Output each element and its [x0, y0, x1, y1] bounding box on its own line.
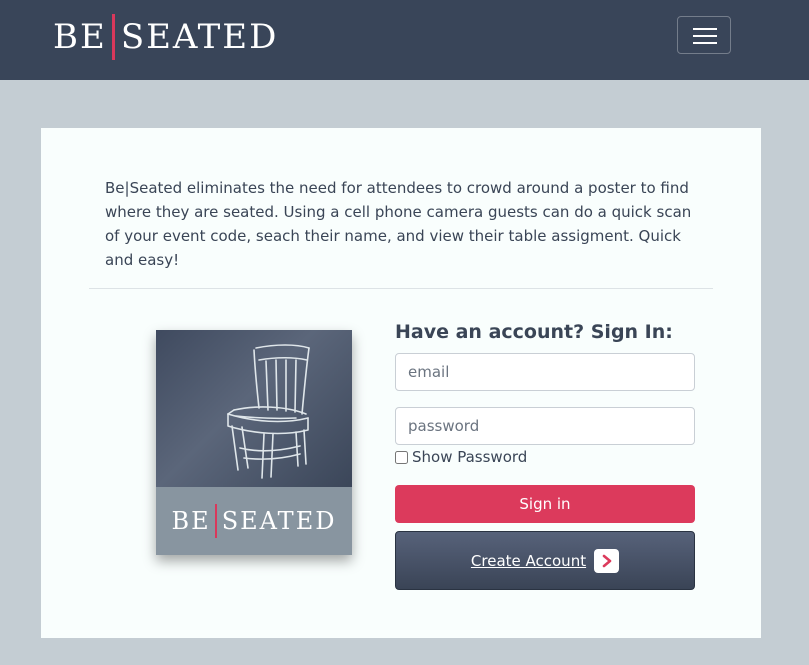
- promo-brand-right: SEATED: [221, 507, 337, 535]
- chair-icon: [227, 344, 310, 479]
- divider: [89, 288, 713, 289]
- main-card: Be|Seated eliminates the need for attend…: [41, 128, 761, 638]
- email-field[interactable]: [395, 353, 695, 391]
- show-password-label: Show Password: [412, 448, 528, 466]
- show-password-checkbox[interactable]: [395, 450, 408, 464]
- chevron-right-icon: [594, 548, 620, 573]
- brand-logo[interactable]: BE SEATED: [53, 14, 278, 60]
- create-account-label: Create Account: [470, 551, 587, 570]
- intro-text: Be|Seated eliminates the need for attend…: [105, 179, 692, 269]
- promo-image: BE SEATED: [156, 330, 352, 555]
- brand-logo-left: BE: [53, 17, 107, 57]
- show-password-toggle[interactable]: Show Password: [395, 448, 527, 466]
- hamburger-menu-icon-line: [693, 42, 717, 44]
- password-field[interactable]: [395, 407, 695, 445]
- promo-brand-left: BE: [171, 507, 211, 535]
- brand-logo-right: SEATED: [120, 17, 279, 57]
- hamburger-menu-icon: [693, 28, 717, 30]
- promo-brand-logo: BE SEATED: [156, 487, 352, 555]
- signin-button[interactable]: Sign in: [395, 485, 695, 523]
- create-account-button[interactable]: Create Account: [395, 531, 695, 590]
- promo-illustration: [156, 330, 352, 487]
- hamburger-menu-icon-line: [693, 35, 717, 37]
- signin-title: Have an account? Sign In:: [395, 321, 673, 343]
- navbar: BE SEATED: [0, 0, 809, 80]
- promo-brand-divider: [214, 504, 217, 538]
- hamburger-menu-button[interactable]: [677, 16, 731, 54]
- brand-logo-divider: [111, 14, 115, 60]
